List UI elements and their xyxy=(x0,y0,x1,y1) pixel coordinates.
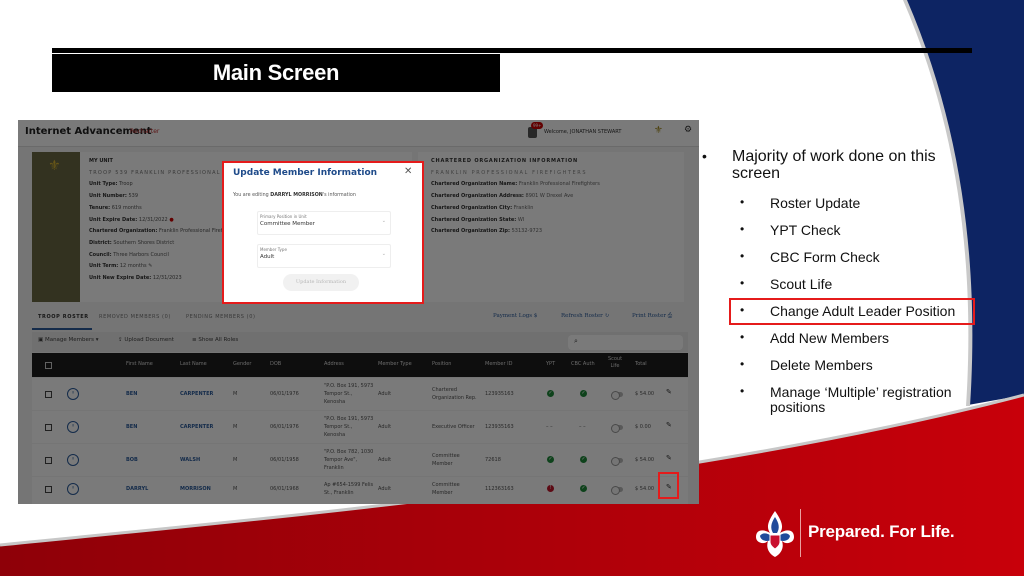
member-type-select[interactable]: Member Type Adult ⌄ xyxy=(257,244,391,268)
modal-editing-text: You are editing DARRYL MORRISON's inform… xyxy=(233,193,356,198)
primary-position-label: Primary Position in Unit xyxy=(260,214,307,219)
update-member-modal: Update Member Information ✕ You are edit… xyxy=(222,161,424,304)
edit-button-highlight xyxy=(658,472,679,499)
primary-position-value: Committee Member xyxy=(260,221,315,227)
bullet-dot: • xyxy=(702,148,707,164)
bullet-highlight-box xyxy=(729,298,975,325)
title-rule xyxy=(52,48,972,53)
chevron-down-icon: ⌄ xyxy=(381,218,386,224)
primary-position-select[interactable]: Primary Position in Unit Committee Membe… xyxy=(257,211,391,235)
member-type-label: Member Type xyxy=(260,247,287,252)
bsa-fleur-de-lis-logo xyxy=(756,511,794,557)
tagline: Prepared. For Life. xyxy=(808,522,955,541)
update-information-button[interactable]: Update Information xyxy=(283,274,359,291)
close-icon[interactable]: ✕ xyxy=(404,166,412,177)
logo-divider xyxy=(800,509,801,557)
slide-title: Main Screen xyxy=(52,54,500,92)
modal-title: Update Member Information xyxy=(233,168,378,178)
member-type-value: Adult xyxy=(260,254,275,260)
chevron-down-icon: ⌄ xyxy=(381,251,386,257)
